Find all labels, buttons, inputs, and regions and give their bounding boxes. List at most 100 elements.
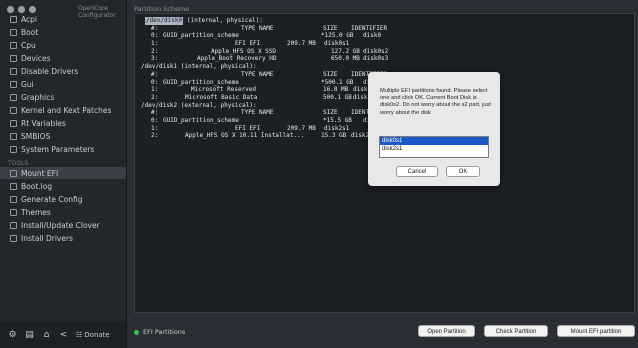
item-icon [10,41,17,49]
window-controls [7,6,36,13]
sidebar-tool-item[interactable]: Themes [0,206,126,218]
sidebar-item-label: Boot [21,27,39,37]
sidebar-item-label: System Parameters [21,144,95,154]
sidebar-item-label: Kernel and Kext Patches [21,105,112,115]
terminal-cell: SIZE [323,24,338,32]
open-partition-button[interactable]: Open Partition [418,325,475,337]
cancel-button[interactable]: Cancel [396,166,438,177]
check-partition-button[interactable]: Check Partition [484,325,548,337]
terminal-cell: disk0s2 [363,47,389,55]
terminal-cell: SIZE [323,109,338,117]
terminal-cell: GUID_partition_scheme [163,116,239,124]
terminal-cell: 0: [151,116,159,124]
partition-option[interactable]: disk2s1 [380,145,488,153]
sidebar-item[interactable]: Graphics [0,91,126,103]
sidebar-tool-item[interactable]: Boot.log [0,180,126,192]
share-icon[interactable]: < [59,330,68,340]
terminal-cell: 127.2 GB [331,47,360,55]
terminal-line: 1: EFI EFI 209.7 MB disk0s1 [135,40,634,48]
sidebar-item[interactable]: Cpu [0,39,126,51]
item-icon [10,195,17,203]
sidebar-item[interactable]: Devices [0,52,126,64]
sidebar-item[interactable]: Kernel and Kext Patches [0,104,126,116]
terminal-cell: *15.5 GB [323,116,352,124]
sidebar-item[interactable]: Boot [0,26,126,38]
terminal-line: /dev/disk1 (internal, physical): [135,63,634,71]
item-icon [10,93,17,101]
terminal-cell: (internal, physical): [187,17,263,24]
terminal-cell: Apple_HFS OS X SSD [211,47,277,55]
partition-select-list[interactable]: disk0s1 disk2s1 [379,136,489,158]
item-icon [10,132,17,140]
terminal-cell: 2: [151,47,159,55]
terminal-cell: 16.8 MB [323,86,349,94]
settings-icon[interactable]: ⚙ [8,330,17,340]
partition-option[interactable]: disk0s1 [380,137,488,145]
sidebar-tool-item[interactable]: Install Drivers [0,232,126,244]
terminal-cell: 2: [151,93,159,101]
terminal-cell: disk0s3 [363,55,389,63]
sidebar-item-label: Cpu [21,40,36,50]
sidebar-item-label: SMBIOS [21,131,51,141]
status-text: EFI Partitions [143,328,186,336]
sidebar-tool-item[interactable]: Generate Config [0,193,126,205]
sidebar-item[interactable]: Disable Drivers [0,65,126,77]
document-icon[interactable]: ▤ [25,330,34,340]
sidebar-item[interactable]: Rt Variables [0,117,126,129]
terminal-cell: 1: [151,124,159,132]
terminal-line: /dev/disk0 (internal, physical): [135,17,634,25]
mount-efi-partition-button[interactable]: Mount EFI partition [557,325,635,337]
terminal-cell: SIZE [323,70,338,78]
terminal-cell: 1: [151,86,159,94]
item-icon [10,54,17,62]
item-icon [10,182,17,190]
sidebar: OpenCore Configurator Acpi Boot Cpu Devices… [0,0,127,348]
sidebar-item[interactable]: Acpi [0,13,126,25]
terminal-cell: 0: [151,32,159,40]
item-icon [10,106,17,114]
terminal-cell: *500.1 GB [321,78,354,86]
item-icon [10,28,17,36]
item-icon [10,221,17,229]
sidebar-item-label: Devices [21,53,51,63]
terminal-cell: TYPE NAME [241,24,274,32]
close-window-button[interactable] [7,6,14,13]
sidebar-tool-item[interactable]: Install/Update Clover [0,219,126,231]
terminal-cell: #: [151,109,159,117]
home-icon[interactable]: ⌂ [42,330,51,340]
panel-title: Partition Scheme [134,5,190,13]
terminal-cell: EFI EFI [235,40,261,48]
sidebar-item-label: Themes [21,207,51,217]
sidebar-tool-item[interactable]: Mount EFI [0,167,126,179]
terminal-cell: Microsoft Reserved [191,86,257,94]
minimize-window-button[interactable] [18,6,25,13]
terminal-cell: TYPE NAME [241,70,274,78]
zoom-window-button[interactable] [29,6,36,13]
terminal-cell: TYPE NAME [241,109,274,117]
terminal-cell: Apple_Boot Recovery HD [197,55,277,63]
efi-select-dialog: Multiple EFI partitions found. Please se… [368,72,500,186]
sidebar-item[interactable]: System Parameters [0,143,126,155]
donate-label: Donate [84,331,110,339]
terminal-cell: #: [151,70,159,78]
terminal-cell: Microsoft Basic Data [185,93,258,101]
sidebar-item-label: Boot.log [21,181,53,191]
sidebar-item-label: Rt Variables [21,118,66,128]
item-icon [10,169,17,177]
ok-button[interactable]: OK [446,166,480,177]
item-icon [10,119,17,127]
terminal-cell: disk0s1 [324,40,350,48]
donate-button[interactable]: ☷ Donate [76,331,110,339]
terminal-line: 2: Apple_HFS OS X SSD 127.2 GB disk0s2 [135,48,634,56]
terminal-cell: 650.0 MB [331,55,360,63]
terminal-cell: *125.0 GB [321,32,354,40]
status-dot-icon [134,329,139,335]
terminal-cell: 0: [151,78,159,86]
sidebar-item[interactable]: SMBIOS [0,130,126,142]
sidebar-item-label: Graphics [21,92,55,102]
sidebar-item-label: Generate Config [21,194,83,204]
sidebar-item[interactable]: Gui [0,78,126,90]
terminal-line: 0: GUID_partition_scheme *125.0 GB disk0 [135,32,634,40]
sidebar-item-label: Mount EFI [21,168,59,178]
terminal-cell: /dev/disk1 (internal, physical): [141,63,257,71]
